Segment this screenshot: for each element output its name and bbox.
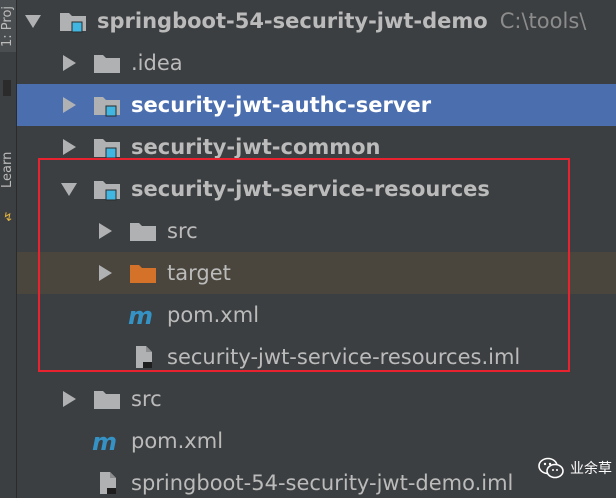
tree-item-label: security-jwt-service-resources [131, 177, 490, 201]
tree-row-src[interactable]: src [17, 378, 616, 420]
maven-icon: m [128, 303, 153, 327]
module-folder-icon [94, 139, 120, 159]
chevron-right-icon[interactable] [99, 265, 112, 281]
learn-tab[interactable]: Learn [0, 138, 16, 202]
module-folder-icon [94, 181, 120, 201]
tree-item-label: src [131, 387, 162, 411]
tree-item-label: target [167, 261, 231, 285]
tree-row-root[interactable]: springboot-54-security-jwt-demo C:\tools\ [17, 0, 616, 42]
module-folder-icon [60, 13, 86, 33]
folder-icon [94, 391, 120, 409]
svg-text:m: m [128, 303, 153, 327]
iml-file-icon [100, 472, 116, 494]
tree-row-child-src[interactable]: src [17, 210, 616, 252]
chevron-right-icon[interactable] [63, 97, 76, 113]
chevron-right-icon[interactable] [63, 55, 76, 71]
tree-item-label: security-jwt-service-resources.iml [167, 345, 521, 369]
tree-item-label: pom.xml [131, 429, 224, 453]
tree-row-common[interactable]: security-jwt-common [17, 126, 616, 168]
chevron-right-icon[interactable] [63, 391, 76, 407]
tree-row-iml[interactable]: springboot-54-security-jwt-demo.iml [17, 462, 616, 498]
maven-icon: m [92, 429, 117, 453]
tree-row-child-pom[interactable]: m pom.xml [17, 294, 616, 336]
iml-file-icon [136, 346, 152, 368]
tree-row-child-iml[interactable]: security-jwt-service-resources.iml [17, 336, 616, 378]
wechat-icon [538, 457, 564, 479]
tree-row-idea[interactable]: .idea [17, 42, 616, 84]
root-module-name: springboot-54-security-jwt-demo [97, 9, 488, 33]
chevron-right-icon[interactable] [99, 223, 112, 239]
root-path: C:\tools\ [499, 9, 587, 33]
project-tree: springboot-54-security-jwt-demo C:\tools\… [17, 0, 616, 498]
tree-item-label: security-jwt-common [131, 135, 381, 159]
excluded-folder-icon [130, 265, 156, 283]
tree-item-label: security-jwt-authc-server [131, 93, 432, 117]
watermark: 业余草 [538, 454, 612, 482]
project-tool-window: 1: Proj Learn ↯ springboot-54-security-j… [0, 0, 616, 498]
folder-icon [130, 223, 156, 241]
tree-item-label: pom.xml [167, 303, 260, 327]
tree-item-label: src [167, 219, 198, 243]
module-folder-icon [94, 97, 120, 117]
tool-window-strip: 1: Proj Learn ↯ [0, 0, 17, 498]
tree-row-authc-server[interactable]: security-jwt-authc-server [17, 84, 616, 126]
tree-item-label: .idea [131, 51, 183, 75]
chevron-right-icon[interactable] [63, 139, 76, 155]
svg-text:m: m [92, 429, 117, 453]
tree-row-pom[interactable]: m pom.xml [17, 420, 616, 462]
project-tab[interactable]: 1: Proj [0, 0, 16, 52]
folder-icon [94, 55, 120, 73]
root-label: springboot-54-security-jwt-demo C:\tools\ [97, 0, 586, 42]
strip-divider [3, 80, 11, 96]
tree-item-label: springboot-54-security-jwt-demo.iml [131, 471, 514, 495]
tree-row-service-resources[interactable]: security-jwt-service-resources [17, 168, 616, 210]
tree-row-target[interactable]: target [17, 252, 616, 294]
watermark-text: 业余草 [570, 461, 612, 477]
chevron-down-icon[interactable] [61, 183, 77, 196]
chevron-down-icon[interactable] [25, 15, 41, 28]
lightning-icon: ↯ [2, 210, 14, 224]
